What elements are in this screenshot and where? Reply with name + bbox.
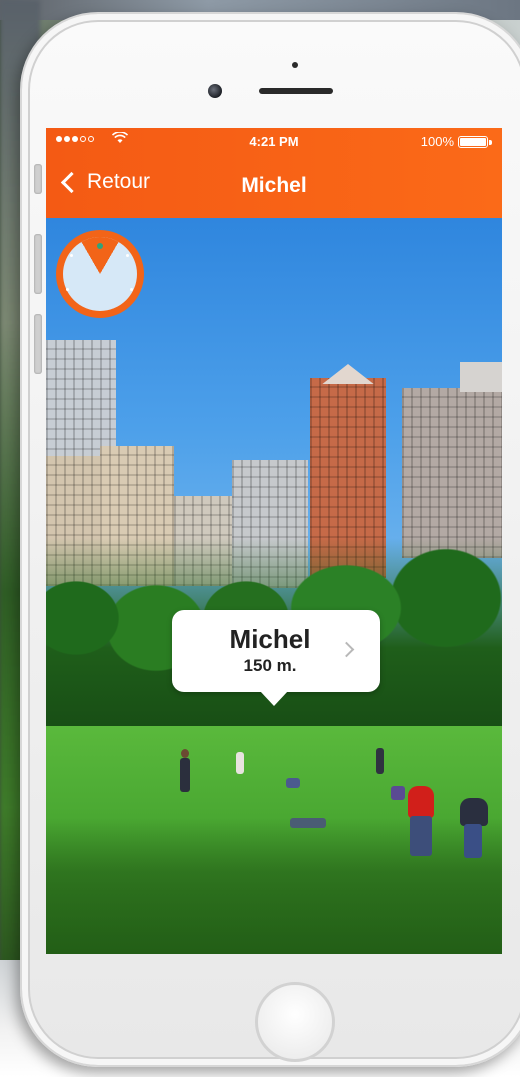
earpiece-speaker: [259, 88, 333, 94]
person-dark-jacket: [460, 798, 488, 826]
phone-screen: 4:21 PM 100% Retour Michel Michel 150 m.: [46, 128, 502, 954]
volume-down-button: [34, 314, 42, 374]
radar-compass-icon[interactable]: [56, 230, 144, 318]
front-camera: [208, 84, 222, 98]
navigation-bar: 4:21 PM 100% Retour Michel: [46, 128, 502, 218]
page-title: Michel: [241, 174, 307, 197]
location-callout[interactable]: Michel 150 m.: [172, 610, 380, 706]
person: [410, 816, 432, 856]
person-red-jacket: [408, 786, 434, 818]
building-top: [460, 362, 502, 392]
person: [391, 786, 405, 800]
proximity-sensor: [292, 62, 298, 68]
home-button[interactable]: [255, 982, 335, 1062]
battery-icon: [458, 136, 492, 148]
volume-up-button: [34, 234, 42, 294]
person: [376, 748, 384, 774]
mute-switch: [34, 164, 42, 194]
callout-distance: 150 m.: [243, 656, 297, 675]
person: [286, 778, 300, 788]
camera-view: Michel 150 m.: [46, 218, 502, 954]
person: [464, 824, 482, 858]
person-head: [181, 749, 189, 758]
building: [402, 388, 502, 558]
person: [236, 752, 244, 774]
person: [290, 818, 326, 828]
status-bar: 4:21 PM 100%: [46, 128, 502, 156]
battery-percentage: 100%: [420, 134, 454, 149]
person: [180, 758, 190, 792]
lawn-shade: [46, 818, 502, 954]
radar-target-dot: [97, 243, 103, 249]
